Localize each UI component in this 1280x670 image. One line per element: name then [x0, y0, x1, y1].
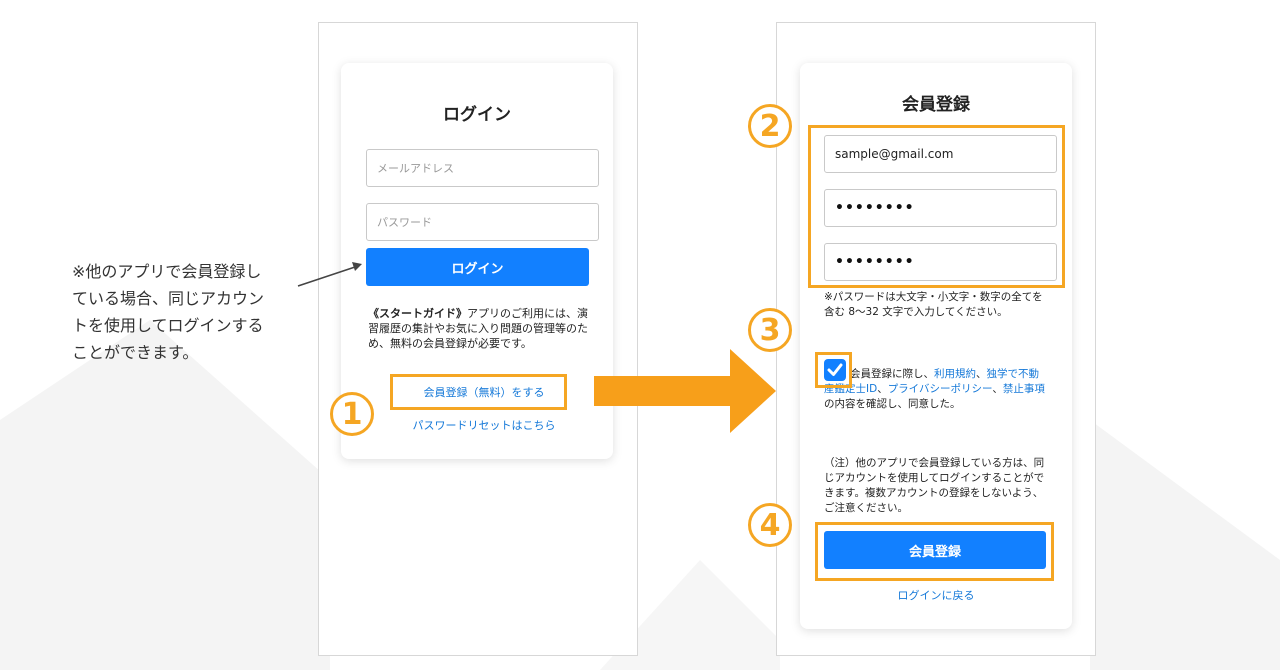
register-title: 会員登録	[902, 95, 970, 115]
terms-link[interactable]: 利用規約	[934, 368, 976, 380]
prohibited-link[interactable]: 禁止事項	[1003, 383, 1045, 395]
note-line: トを使用してログインする	[72, 316, 264, 335]
separator: 、	[877, 383, 888, 395]
password-rule-note: ※パスワードは大文字・小文字・数字の全てを含む 8〜32 文字で入力してください…	[824, 291, 1043, 318]
note-line: ことができます。	[72, 343, 199, 362]
agreement-text: 会員登録に際し、利用規約、独学で不動産鑑定士ID、プライバシーポリシー、禁止事項…	[824, 367, 1046, 412]
back-to-login-link[interactable]: ログインに戻る	[830, 587, 1042, 603]
register-card: 会員登録 sample@gmail.com •••••••• •••••••• …	[800, 63, 1072, 629]
login-card: ログイン メールアドレス パスワード ログイン 《スタートガイド》アプリのご利用…	[341, 63, 613, 459]
privacy-policy-link[interactable]: プライバシーポリシー	[888, 383, 993, 395]
note-line: ている場合、同じアカウン	[72, 289, 265, 308]
caution-text: （注）他のアプリで会員登録している方は、同じアカウントを使用してログインすること…	[824, 457, 1045, 514]
agree-suffix: の内容を確認し、同意した。	[824, 398, 961, 410]
password-field[interactable]: ••••••••	[824, 189, 1057, 227]
step-number-4: 4	[748, 503, 792, 547]
password-reset-link[interactable]: パスワードリセットはこちら	[371, 417, 597, 433]
step-number-2: 2	[748, 104, 792, 148]
step-number-3: 3	[748, 308, 792, 352]
email-field[interactable]: sample@gmail.com	[824, 135, 1057, 173]
step-number-1: 1	[330, 392, 374, 436]
login-screen-frame: ログイン メールアドレス パスワード ログイン 《スタートガイド》アプリのご利用…	[318, 22, 638, 656]
login-button[interactable]: ログイン	[366, 248, 589, 286]
register-link[interactable]: 会員登録（無料）をする	[391, 384, 577, 400]
start-guide-label: 《スタートガイド》	[368, 307, 467, 320]
email-field[interactable]: メールアドレス	[366, 149, 599, 187]
password-confirm-field[interactable]: ••••••••	[824, 243, 1057, 281]
register-screen-frame: 会員登録 sample@gmail.com •••••••• •••••••• …	[776, 22, 1096, 656]
login-title: ログイン	[443, 105, 511, 125]
start-guide-text: 《スタートガイド》アプリのご利用には、演習履歴の集計やお気に入り問題の管理等のた…	[368, 306, 593, 351]
agree-prefix: 会員登録に際し、	[850, 368, 934, 380]
separator: 、	[992, 383, 1003, 395]
note-line: ※他のアプリで会員登録し	[72, 262, 262, 281]
register-submit-button[interactable]: 会員登録	[824, 531, 1046, 569]
password-field[interactable]: パスワード	[366, 203, 599, 241]
shared-account-note: ※他のアプリで会員登録し ている場合、同じアカウン トを使用してログインする こ…	[72, 258, 312, 366]
separator: 、	[976, 368, 987, 380]
